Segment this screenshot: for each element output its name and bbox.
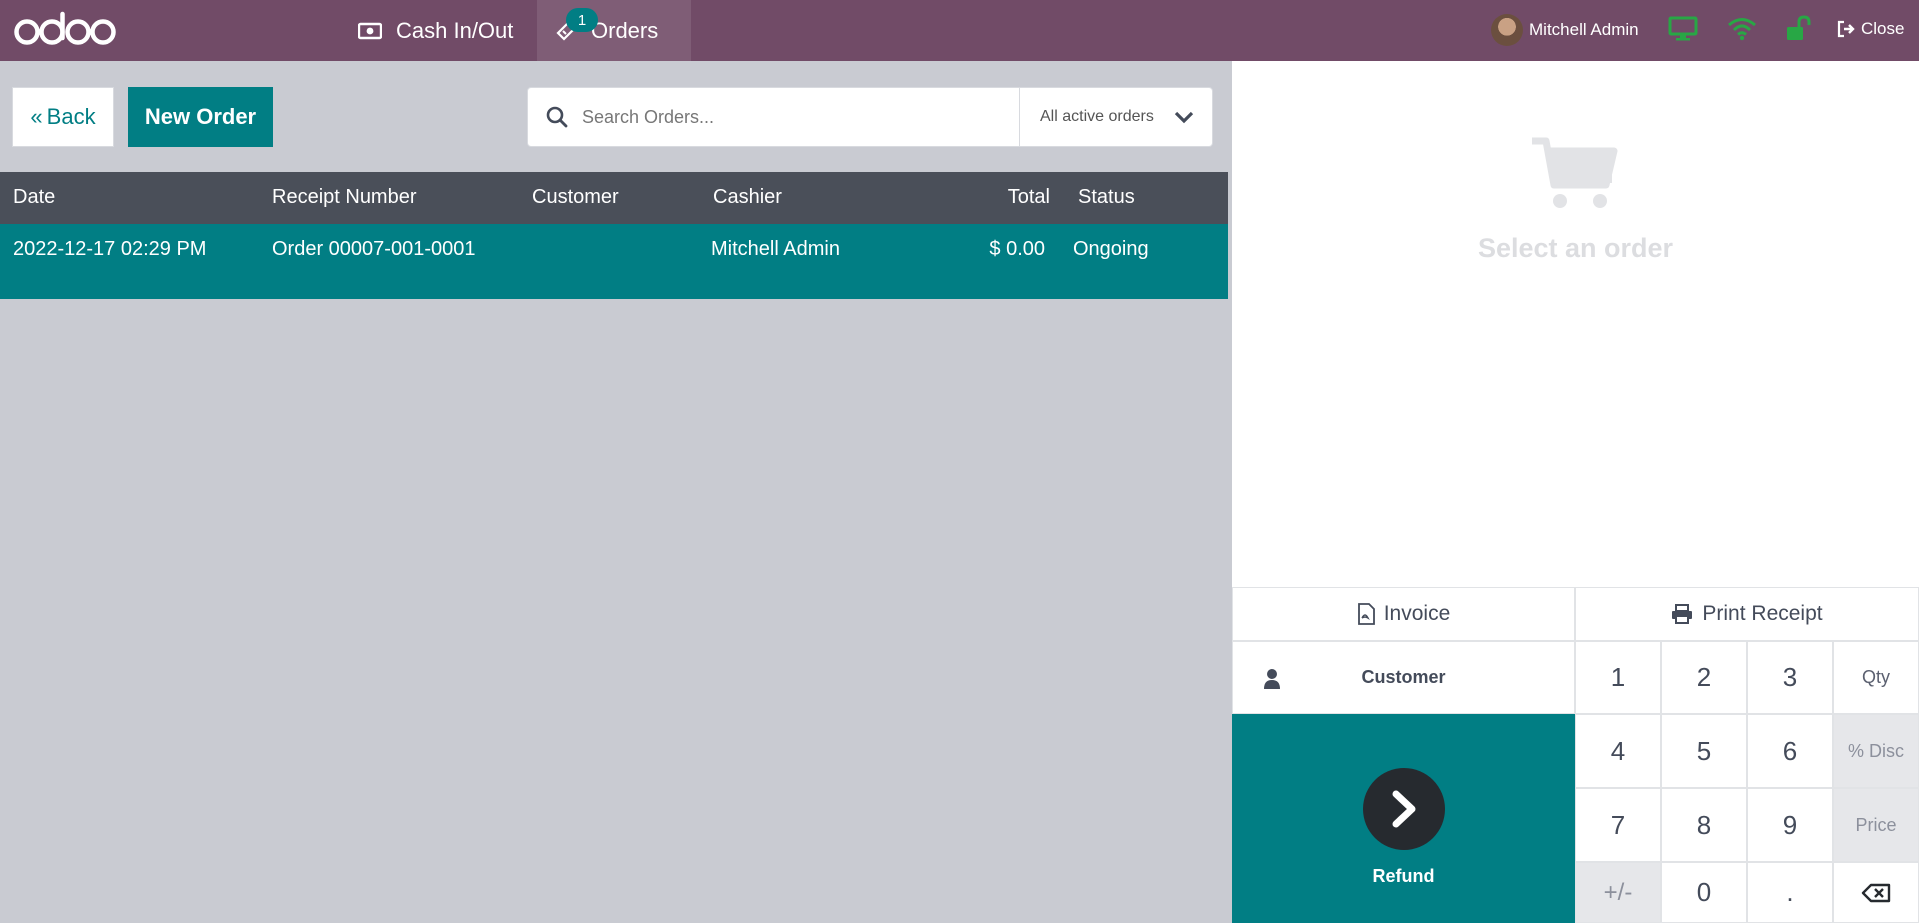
back-button[interactable]: « Back: [12, 87, 114, 147]
shopping-cart-icon: [1532, 137, 1618, 208]
header-total: Total: [1007, 186, 1050, 208]
price-mode-button[interactable]: Price: [1833, 788, 1919, 862]
new-order-button[interactable]: New Order: [128, 87, 273, 147]
order-filter-dropdown[interactable]: All active orders: [1020, 88, 1212, 146]
cash-in-out-button[interactable]: Cash In/Out: [358, 0, 528, 61]
header-status: Status: [1078, 186, 1135, 208]
search-icon: [546, 106, 568, 128]
numpad-key-decimal[interactable]: .: [1747, 862, 1833, 923]
chevron-right-icon: [1362, 768, 1445, 850]
qty-mode-button[interactable]: Qty: [1833, 641, 1919, 714]
numpad-key-7[interactable]: 7: [1575, 788, 1661, 862]
orders-button[interactable]: Orders: [537, 0, 691, 61]
row-total: $ 0.00: [989, 238, 1045, 260]
sign-out-icon: [1837, 20, 1855, 38]
search-field[interactable]: [528, 88, 1020, 146]
chevron-down-icon: [1174, 111, 1194, 124]
order-search-bar: All active orders: [527, 87, 1213, 147]
close-button[interactable]: Close: [1836, 14, 1904, 44]
numpad-key-6[interactable]: 6: [1747, 714, 1833, 788]
top-bar: Cash In/Out Orders 1 Mitchell Admin Clos…: [0, 0, 1919, 61]
empty-order-text: Select an order: [1477, 233, 1674, 263]
printer-icon: [1672, 604, 1693, 624]
numpad-key-4[interactable]: 4: [1575, 714, 1661, 788]
table-row[interactable]: 2022-12-17 02:29 PM Order 00007-001-0001…: [0, 224, 1228, 299]
numpad-key-8[interactable]: 8: [1661, 788, 1747, 862]
orders-table-header: Date Receipt Number Customer Cashier Tot…: [0, 172, 1228, 224]
row-date: 2022-12-17 02:29 PM: [13, 238, 207, 260]
unlock-icon[interactable]: [1784, 14, 1812, 44]
avatar: [1491, 14, 1523, 46]
double-chevron-left-icon: «: [30, 104, 43, 129]
print-receipt-label: Print Receipt: [1702, 602, 1823, 625]
invoice-label: Invoice: [1383, 602, 1451, 625]
refund-button[interactable]: Refund: [1232, 714, 1575, 923]
invoice-button[interactable]: Invoice: [1232, 587, 1575, 641]
numpad-key-9[interactable]: 9: [1747, 788, 1833, 862]
header-customer: Customer: [532, 186, 619, 208]
odoo-logo: [14, 11, 116, 45]
row-status: Ongoing: [1073, 238, 1149, 260]
numpad-key-0[interactable]: 0: [1661, 862, 1747, 923]
back-label: Back: [46, 104, 96, 129]
numpad-key-2[interactable]: 2: [1661, 641, 1747, 714]
orders-count-badge: 1: [566, 8, 598, 32]
filter-value: All active orders: [1040, 108, 1154, 125]
monitor-icon[interactable]: [1668, 14, 1698, 44]
numpad-backspace[interactable]: [1833, 862, 1919, 923]
search-input[interactable]: [582, 106, 982, 128]
user-menu[interactable]: Mitchell Admin: [1491, 12, 1639, 48]
discount-mode-button[interactable]: % Disc: [1833, 714, 1919, 788]
header-cashier: Cashier: [713, 186, 782, 208]
orders-label: Orders: [591, 17, 659, 43]
user-name: Mitchell Admin: [1529, 20, 1639, 39]
refund-label: Refund: [1372, 866, 1435, 886]
customer-button[interactable]: Customer: [1232, 641, 1575, 714]
print-receipt-button[interactable]: Print Receipt: [1575, 587, 1919, 641]
user-icon: [1264, 669, 1280, 689]
header-date: Date: [13, 186, 56, 208]
wifi-icon[interactable]: [1727, 14, 1757, 44]
numpad-sign-toggle[interactable]: +/-: [1575, 862, 1661, 923]
row-receipt: Order 00007-001-0001: [272, 238, 476, 260]
cash-in-out-label: Cash In/Out: [396, 17, 514, 43]
header-receipt: Receipt Number: [272, 186, 417, 208]
row-cashier: Mitchell Admin: [711, 238, 840, 260]
pdf-file-icon: [1357, 603, 1375, 625]
money-icon: [358, 22, 382, 40]
numpad-key-3[interactable]: 3: [1747, 641, 1833, 714]
close-label: Close: [1861, 19, 1905, 38]
customer-label: Customer: [1361, 667, 1446, 687]
numpad-key-1[interactable]: 1: [1575, 641, 1661, 714]
numpad-key-5[interactable]: 5: [1661, 714, 1747, 788]
backspace-icon: [1861, 883, 1891, 902]
